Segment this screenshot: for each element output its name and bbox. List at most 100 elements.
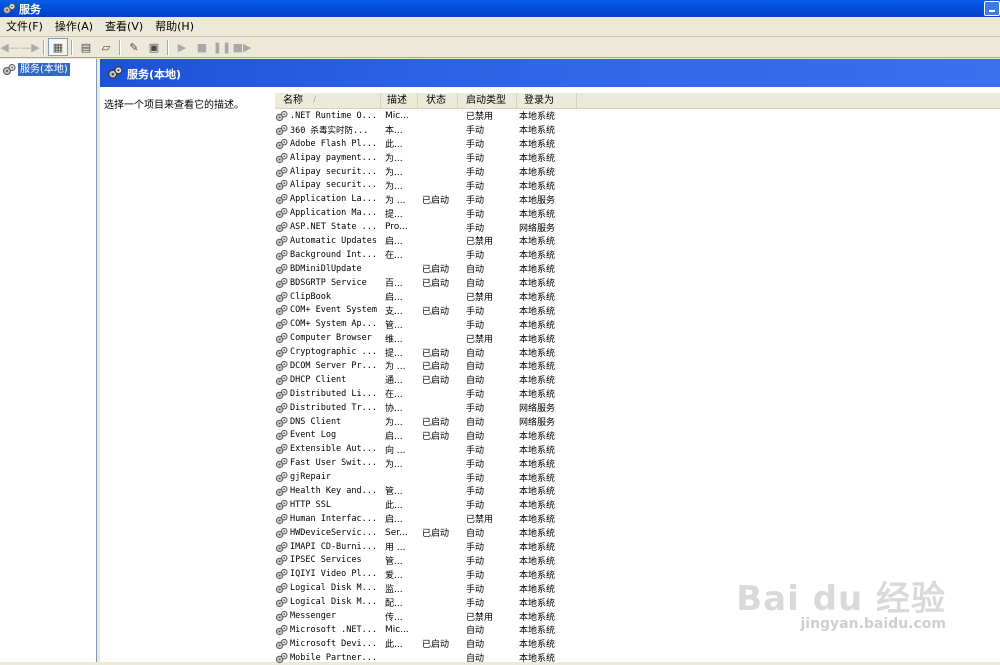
service-description: 通... [385, 376, 403, 387]
service-row[interactable]: ClipBook 启... 已禁用 本地系统 [275, 290, 1000, 304]
service-row[interactable]: Distributed Li... 在... 手动 本地系统 [275, 387, 1000, 401]
service-row[interactable]: Cryptographic ... 提... 已启动 自动 本地系统 [275, 345, 1000, 359]
service-gear-icon [275, 110, 288, 122]
column-header-log-on-as[interactable]: 登录为 [517, 93, 577, 108]
service-startup-type: 手动 [466, 473, 485, 484]
service-row[interactable]: HTTP SSL 此... 手动 本地系统 [275, 498, 1000, 512]
service-row[interactable]: Fast User Swit... 为... 手动 本地系统 [275, 456, 1000, 470]
restart-service-icon[interactable]: ■▶ [232, 38, 252, 56]
service-name: Logical Disk M... [290, 583, 377, 594]
service-status: 已启动 [422, 279, 450, 290]
service-startup-type: 手动 [466, 556, 485, 567]
service-name: COM+ System Ap... [290, 319, 377, 330]
service-row[interactable]: Alipay securit... 为... 手动 本地系统 [275, 178, 1000, 192]
service-row[interactable]: Application Ma... 提... 手动 本地系统 [275, 206, 1000, 220]
service-row[interactable]: Computer Browser 维... 已禁用 本地系统 [275, 331, 1000, 345]
service-description: 管... [385, 556, 403, 567]
service-description: 百... [385, 279, 403, 290]
help-view-icon[interactable]: ▣ [144, 38, 164, 56]
properties-icon[interactable]: ▤ [76, 38, 96, 56]
service-name-cell: DCOM Server Pr... [275, 360, 381, 372]
menu-help[interactable]: 帮助(H) [149, 17, 200, 36]
service-name: BDMiniDlUpdate [290, 263, 362, 274]
service-gear-icon [275, 208, 288, 219]
minimize-button[interactable] [984, 1, 1000, 16]
service-startup-type: 手动 [466, 584, 485, 595]
service-startup-type: 自动 [466, 529, 485, 540]
column-header-name[interactable]: 名称 / [275, 93, 381, 108]
service-description: 用 ... [385, 543, 406, 554]
service-row[interactable]: IMAPI CD-Burni... 用 ... 手动 本地系统 [275, 540, 1000, 554]
export-list-icon[interactable]: ✎ [124, 38, 144, 56]
toolbar-separator [71, 39, 73, 55]
service-row[interactable]: Alipay securit... 为... 手动 本地系统 [275, 165, 1000, 179]
show-hide-tree-icon[interactable]: ▦ [48, 38, 68, 56]
toolbar-separator [167, 39, 169, 55]
menu-action[interactable]: 操作(A) [49, 17, 99, 36]
service-description: 为 ... [385, 195, 406, 206]
service-name-cell: Background Int... [275, 249, 381, 261]
service-row[interactable]: Alipay payment... 为... 手动 本地系统 [275, 151, 1000, 165]
refresh-icon[interactable]: ▱ [96, 38, 116, 56]
service-row[interactable]: Health Key and... 管... 手动 本地系统 [275, 484, 1000, 498]
service-row[interactable]: gjRepair 手动 本地系统 [275, 470, 1000, 484]
service-name: Distributed Li... [290, 388, 377, 399]
pause-service-icon[interactable]: ❚❚ [212, 38, 232, 56]
column-header-status[interactable]: 状态 [418, 93, 458, 108]
start-service-icon[interactable]: ▶ [172, 38, 192, 56]
service-name-cell: Application Ma... [275, 207, 381, 219]
service-row[interactable]: Adobe Flash Pl... 此... 手动 本地系统 [275, 137, 1000, 151]
service-log-on-as: 本地系统 [519, 168, 556, 178]
service-row[interactable]: .NET Runtime O... Mic... 已禁用 本地系统 [275, 109, 1000, 123]
service-row[interactable]: ASP.NET State ... Pro... 手动 网络服务 [275, 220, 1000, 234]
service-row[interactable]: Microsoft Devi... 此... 已启动 自动 本地系统 [275, 637, 1000, 651]
tree-item-services-local[interactable]: 服务(本地) [2, 63, 70, 76]
service-row[interactable]: Event Log 启... 已启动 自动 本地系统 [275, 428, 1000, 442]
service-row[interactable]: COM+ Event System 支... 已启动 手动 本地系统 [275, 303, 1000, 317]
service-name-cell: Event Log [275, 429, 381, 441]
service-gear-icon [275, 444, 288, 455]
service-name: .NET Runtime O... [290, 110, 377, 121]
service-gear-icon [275, 541, 288, 552]
service-row[interactable]: HWDeviceServic... Ser... 已启动 自动 本地系统 [275, 526, 1000, 540]
service-gear-icon [275, 513, 288, 524]
menu-file[interactable]: 文件(F) [0, 17, 49, 36]
column-header-startup-type[interactable]: 启动类型 [458, 93, 517, 108]
service-startup-type: 手动 [466, 320, 485, 331]
service-row[interactable]: 360 杀毒实时防... 本... 手动 本地系统 [275, 123, 1000, 137]
service-description: 管... [385, 320, 403, 331]
service-name-cell: ASP.NET State ... [275, 221, 381, 233]
service-description: 启... [385, 515, 403, 526]
service-row[interactable]: Mobile Partner... 自动 本地系统 [275, 651, 1000, 665]
service-name-cell: Logical Disk M... [275, 596, 381, 608]
service-name-cell: Extensible Aut... [275, 443, 381, 455]
service-row[interactable]: IPSEC Services 管... 手动 本地系统 [275, 554, 1000, 568]
service-log-on-as: 本地系统 [519, 306, 556, 317]
service-row[interactable]: Automatic Updates 启... 已禁用 本地系统 [275, 234, 1000, 248]
service-row[interactable]: DHCP Client 通... 已启动 自动 本地系统 [275, 373, 1000, 387]
service-row[interactable]: COM+ System Ap... 管... 手动 本地系统 [275, 317, 1000, 331]
service-log-on-as: 本地系统 [519, 279, 556, 290]
service-row[interactable]: DNS Client 为... 已启动 自动 网络服务 [275, 415, 1000, 429]
back-arrow-icon[interactable]: ◀— [0, 38, 20, 56]
service-row[interactable]: Extensible Aut... 向 ... 手动 本地系统 [275, 442, 1000, 456]
service-row[interactable]: BDSGRTP Service 百... 已启动 自动 本地系统 [275, 276, 1000, 290]
forward-arrow-icon[interactable]: —▶ [20, 38, 40, 56]
service-startup-type: 手动 [466, 501, 485, 512]
service-row[interactable]: DCOM Server Pr... 为 ... 已启动 自动 本地系统 [275, 359, 1000, 373]
service-gear-icon [275, 555, 288, 566]
menu-view[interactable]: 查看(V) [99, 17, 149, 36]
stop-service-icon[interactable]: ■ [192, 38, 212, 56]
column-header-description[interactable]: 描述 [381, 93, 418, 108]
service-row[interactable]: BDMiniDlUpdate 已启动 自动 本地系统 [275, 262, 1000, 276]
service-status: 已启动 [422, 418, 450, 429]
service-gear-icon [275, 569, 288, 580]
service-startup-type: 手动 [466, 126, 485, 137]
service-row[interactable]: Human Interfac... 启... 已禁用 本地系统 [275, 512, 1000, 526]
service-startup-type: 手动 [466, 209, 485, 220]
service-name: IMAPI CD-Burni... [290, 541, 377, 552]
service-row[interactable]: Distributed Tr... 协... 手动 网络服务 [275, 401, 1000, 415]
service-row[interactable]: Application La... 为 ... 已启动 手动 本地服务 [275, 192, 1000, 206]
service-row[interactable]: Background Int... 在... 手动 本地系统 [275, 248, 1000, 262]
service-description: 此... [385, 640, 403, 651]
